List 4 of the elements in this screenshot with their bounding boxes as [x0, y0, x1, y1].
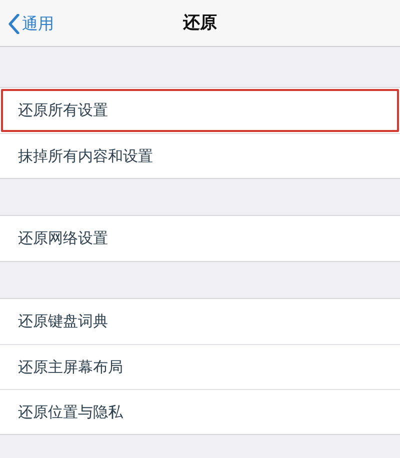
back-button[interactable]: 通用 — [0, 0, 58, 47]
settings-row[interactable]: 还原所有设置 — [0, 88, 400, 133]
back-chevron-icon — [8, 14, 20, 34]
screen-title: 还原 — [183, 12, 217, 34]
